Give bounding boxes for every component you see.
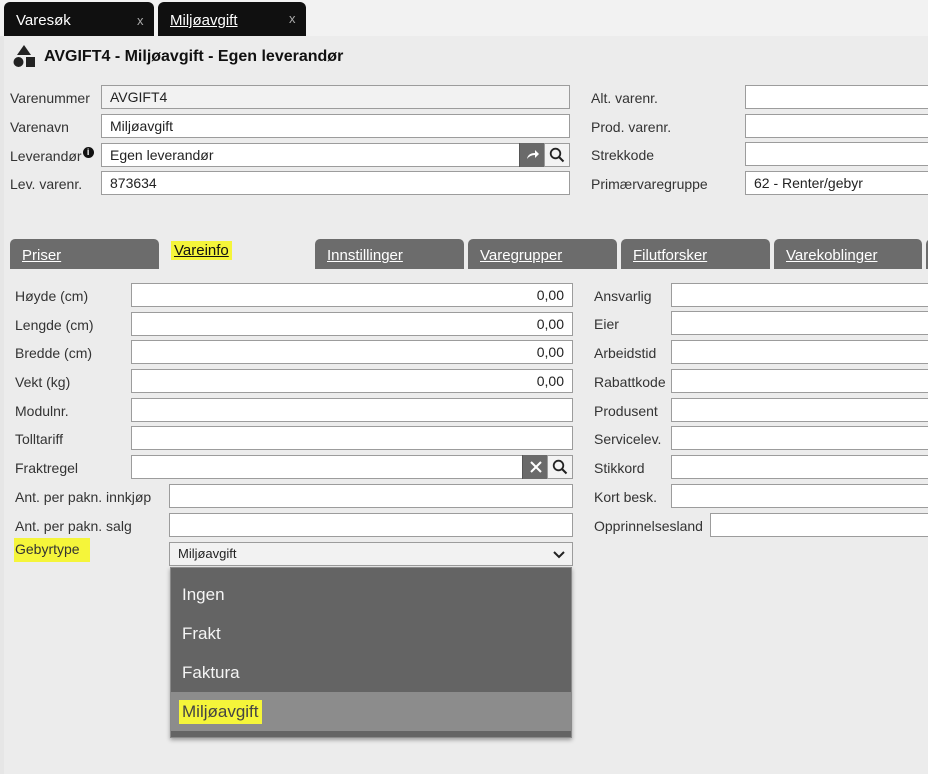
eier-label: Eier [594, 316, 619, 332]
close-icon[interactable]: x [137, 13, 144, 28]
rabattkode-label: Rabattkode [594, 374, 666, 390]
ansvarlig-field[interactable] [671, 283, 928, 307]
page-title: AVGIFT4 - Miljøavgift - Egen leverandør [44, 48, 344, 65]
window-tab-varesok[interactable]: Varesøk x [4, 2, 154, 36]
window-tab-label: Varesøk [16, 12, 71, 29]
search-icon [552, 459, 568, 475]
modulnr-label: Modulnr. [15, 403, 69, 419]
tab-label: Priser [22, 247, 62, 264]
gebyrtype-select[interactable]: Miljøavgift [169, 542, 573, 566]
option-label: Ingen [182, 585, 225, 604]
window-tab-bar: Varesøk x Miljøavgift x [0, 0, 928, 36]
tab-priser[interactable]: Priser [10, 239, 159, 269]
leverandor-label: Leverandør i [10, 147, 94, 164]
tab-label: Filutforsker [633, 247, 708, 264]
varenummer-label: Varenummer [10, 90, 90, 106]
produsent-label: Produsent [594, 403, 658, 419]
lengde-label: Lengde (cm) [15, 317, 94, 333]
fraktregel-label: Fraktregel [15, 460, 79, 476]
search-icon [549, 147, 565, 163]
vekt-field[interactable]: 0,00 [131, 369, 573, 393]
tab-filutforsker[interactable]: Filutforsker [621, 239, 770, 269]
leverandor-search-button[interactable] [544, 143, 570, 167]
open-link-button[interactable] [519, 143, 545, 167]
lev-varenr-field[interactable]: 873634 [101, 171, 570, 195]
gebyrtype-label: Gebyrtype [14, 538, 90, 562]
tolltariff-label: Tolltariff [15, 431, 63, 447]
window-tab-miljoavgift[interactable]: Miljøavgift x [158, 2, 306, 36]
tolltariff-field[interactable] [131, 426, 573, 450]
tab-label: Varekoblinger [786, 247, 878, 264]
fraktregel-search-button[interactable] [547, 455, 573, 479]
primaervaregruppe-label: Primærvaregruppe [591, 176, 708, 192]
eier-field[interactable] [671, 311, 928, 335]
leverandor-field[interactable]: Egen leverandør [101, 143, 520, 167]
close-icon [529, 461, 542, 473]
opprinnelsesland-label: Opprinnelsesland [594, 518, 703, 534]
ant-salg-label: Ant. per pakn. salg [15, 518, 132, 534]
ansvarlig-label: Ansvarlig [594, 288, 652, 304]
strekkode-label: Strekkode [591, 147, 655, 163]
servicelev-field[interactable] [671, 426, 928, 450]
varenavn-label: Varenavn [10, 119, 69, 135]
clear-button[interactable] [522, 455, 548, 479]
opprinnelsesland-field[interactable] [710, 513, 928, 537]
leverandor-label-text: Leverandør [10, 148, 82, 164]
dropdown-option-miljoavgift[interactable]: Miljøavgift [171, 692, 571, 731]
modulnr-field[interactable] [131, 398, 573, 422]
prod-varenr-label: Prod. varenr. [591, 119, 672, 135]
gebyrtype-dropdown-menu: Ingen Frakt Faktura Miljøavgift [170, 567, 572, 738]
ant-innkjop-label: Ant. per pakn. innkjøp [15, 489, 152, 505]
tab-varegrupper[interactable]: Varegrupper [468, 239, 617, 269]
chevron-down-icon [553, 551, 565, 559]
varenavn-field[interactable]: Miljøavgift [101, 114, 570, 138]
hoyde-field[interactable]: 0,00 [131, 283, 573, 307]
arbeidstid-label: Arbeidstid [594, 345, 657, 361]
alt-varenr-label: Alt. varenr. [591, 90, 658, 106]
servicelev-label: Servicelev. [594, 431, 662, 447]
kort-besk-label: Kort besk. [594, 489, 658, 505]
prod-varenr-field[interactable] [745, 114, 928, 138]
vekt-label: Vekt (kg) [15, 374, 71, 390]
produsent-field[interactable] [671, 398, 928, 422]
tab-label: Vareinfo [171, 241, 232, 260]
hoyde-label: Høyde (cm) [15, 288, 89, 304]
tab-vareinfo[interactable]: Vareinfo [163, 234, 311, 270]
lev-varenr-label: Lev. varenr. [10, 176, 83, 192]
tab-label: Varegrupper [480, 247, 563, 264]
tab-label: Innstillinger [327, 247, 403, 264]
arrow-right-icon [526, 150, 539, 159]
option-label: Faktura [182, 663, 240, 682]
primaervaregruppe-field[interactable]: 62 - Renter/gebyr [745, 171, 928, 195]
shapes-icon [13, 45, 35, 67]
fraktregel-field[interactable] [131, 455, 523, 479]
option-label: Frakt [182, 624, 221, 643]
tab-varekoblinger[interactable]: Varekoblinger [774, 239, 922, 269]
stikkord-label: Stikkord [594, 460, 645, 476]
dropdown-option-frakt[interactable]: Frakt [171, 614, 571, 653]
ant-salg-field[interactable] [169, 513, 573, 537]
info-icon[interactable]: i [82, 147, 94, 158]
window-tab-label: Miljøavgift [170, 12, 238, 29]
close-icon[interactable]: x [289, 11, 296, 26]
varenummer-field[interactable]: AVGIFT4 [101, 85, 570, 109]
tab-innstillinger[interactable]: Innstillinger [315, 239, 464, 269]
rabattkode-field[interactable] [671, 369, 928, 393]
stikkord-field[interactable] [671, 455, 928, 479]
kort-besk-field[interactable] [671, 484, 928, 508]
gebyrtype-selected-value: Miljøavgift [178, 546, 237, 561]
strekkode-field[interactable] [745, 142, 928, 166]
alt-varenr-field[interactable] [745, 85, 928, 109]
arbeidstid-field[interactable] [671, 340, 928, 364]
dropdown-option-faktura[interactable]: Faktura [171, 653, 571, 692]
bredde-label: Bredde (cm) [15, 345, 93, 361]
bredde-field[interactable]: 0,00 [131, 340, 573, 364]
lengde-field[interactable]: 0,00 [131, 312, 573, 336]
dropdown-option-ingen[interactable]: Ingen [171, 575, 571, 614]
ant-innkjop-field[interactable] [169, 484, 573, 508]
option-label: Miljøavgift [179, 700, 262, 724]
